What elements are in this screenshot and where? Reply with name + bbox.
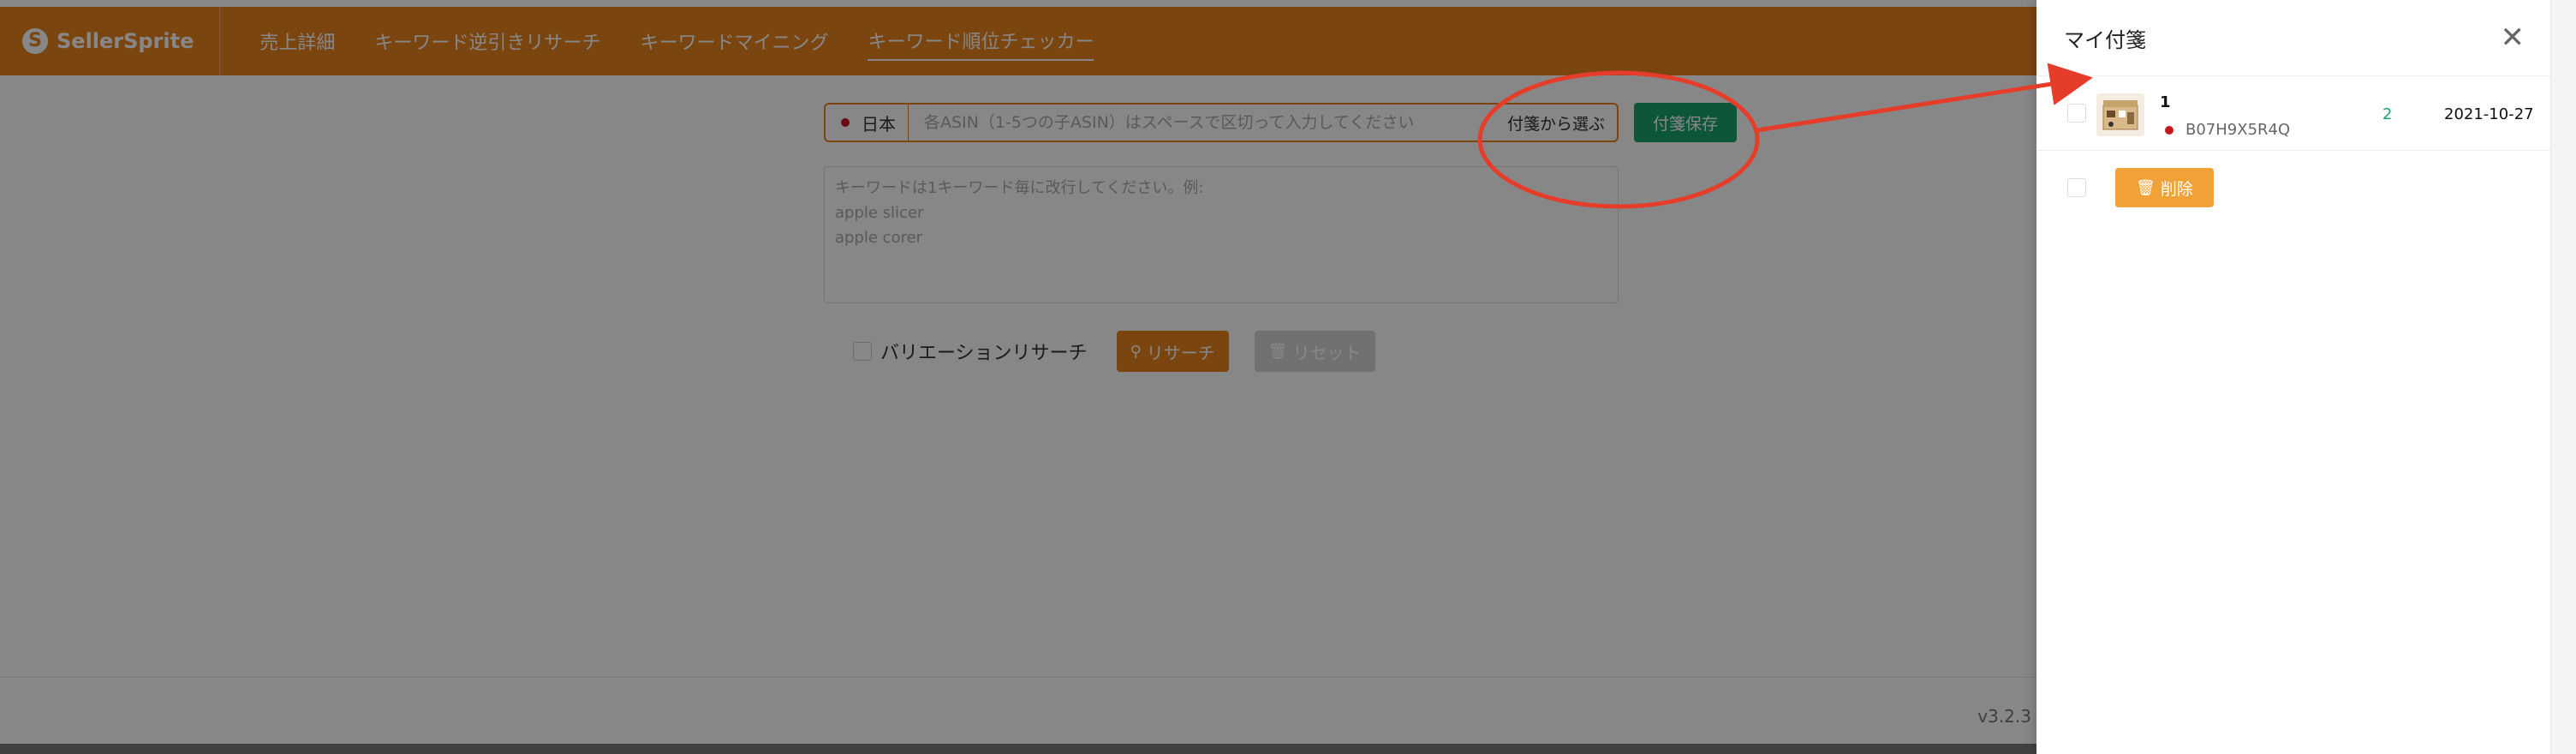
product-thumbnail bbox=[2096, 93, 2144, 136]
note-asin: B07H9X5R4Q bbox=[2185, 121, 2291, 139]
note-row-checkbox[interactable] bbox=[2067, 104, 2086, 123]
my-notes-drawer: マイ付箋 ✕ 1 B07H9X5R4Q 2 2021-10-27 🗑 削除 bbox=[2036, 0, 2550, 754]
select-all-checkbox[interactable] bbox=[2067, 178, 2086, 197]
note-asin-count: 2 bbox=[2382, 105, 2393, 123]
trash-icon: 🗑 bbox=[2136, 178, 2156, 197]
modal-overlay[interactable] bbox=[0, 0, 2036, 754]
drawer-scroll-edge bbox=[2550, 0, 2576, 754]
delete-button[interactable]: 🗑 削除 bbox=[2115, 168, 2214, 207]
drawer-actions: 🗑 削除 bbox=[2036, 151, 2550, 228]
close-icon[interactable]: ✕ bbox=[2501, 23, 2525, 52]
bottom-shadow bbox=[0, 744, 2036, 754]
note-row[interactable]: 1 B07H9X5R4Q 2 2021-10-27 bbox=[2036, 76, 2550, 151]
main-app: S SellerSprite 売上詳細 キーワード逆引きリサーチ キーワードマイ… bbox=[0, 0, 2036, 754]
delete-button-label: 削除 bbox=[2160, 179, 2193, 199]
japan-flag-icon bbox=[2165, 126, 2174, 135]
note-name: 1 bbox=[2160, 93, 2171, 111]
note-date: 2021-10-27 bbox=[2444, 105, 2534, 123]
drawer-header: マイ付箋 ✕ bbox=[2036, 0, 2550, 76]
drawer-title: マイ付箋 bbox=[2064, 27, 2146, 52]
